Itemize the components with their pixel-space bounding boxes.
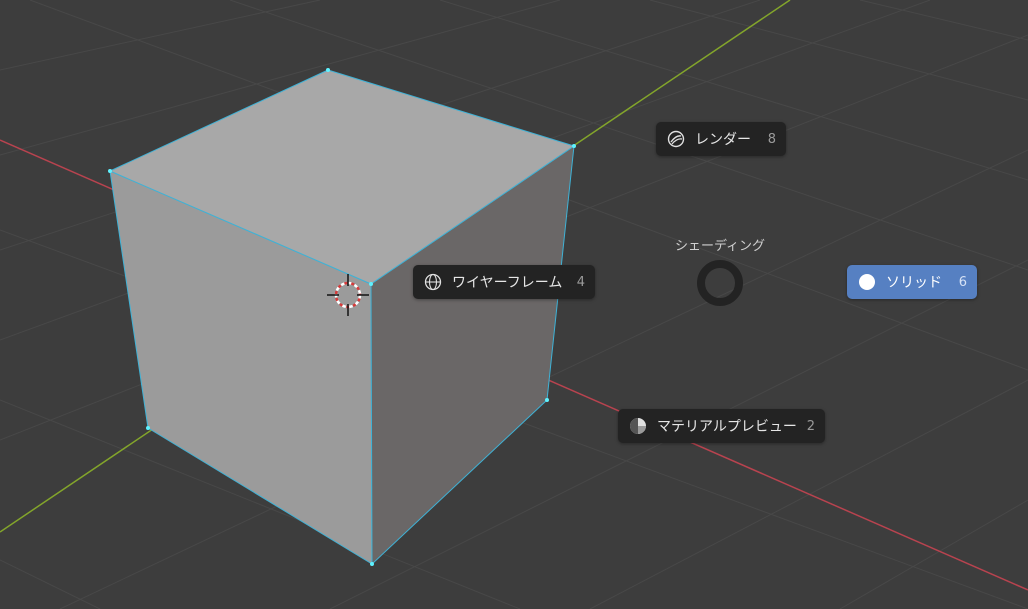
solid-shading-icon	[857, 272, 877, 292]
shading-material-preview-option[interactable]: マテリアルプレビュー 2	[618, 409, 825, 443]
pie-menu-title: シェーディング	[674, 239, 766, 254]
shading-render-option[interactable]: レンダー 8	[656, 122, 786, 156]
pie-menu-center-ring	[697, 260, 743, 306]
wireframe-shading-icon	[423, 272, 443, 292]
render-option-label: レンダー	[695, 132, 751, 148]
solid-option-label: ソリッド	[886, 275, 942, 291]
material-preview-option-label: マテリアルプレビュー	[657, 419, 797, 435]
render-shading-icon	[666, 129, 686, 149]
wireframe-option-label: ワイヤーフレーム	[452, 275, 563, 291]
cube-mesh[interactable]	[109, 69, 575, 565]
wireframe-option-shortcut: 4	[576, 274, 585, 290]
solid-option-shortcut: 6	[958, 274, 967, 290]
render-option-shortcut: 8	[767, 131, 776, 147]
material-preview-shading-icon	[628, 416, 648, 436]
shading-wireframe-option[interactable]: ワイヤーフレーム 4	[413, 265, 595, 299]
shading-solid-option[interactable]: ソリッド 6	[847, 265, 977, 299]
3d-viewport[interactable]	[0, 0, 1028, 609]
material-preview-option-shortcut: 2	[806, 418, 815, 434]
